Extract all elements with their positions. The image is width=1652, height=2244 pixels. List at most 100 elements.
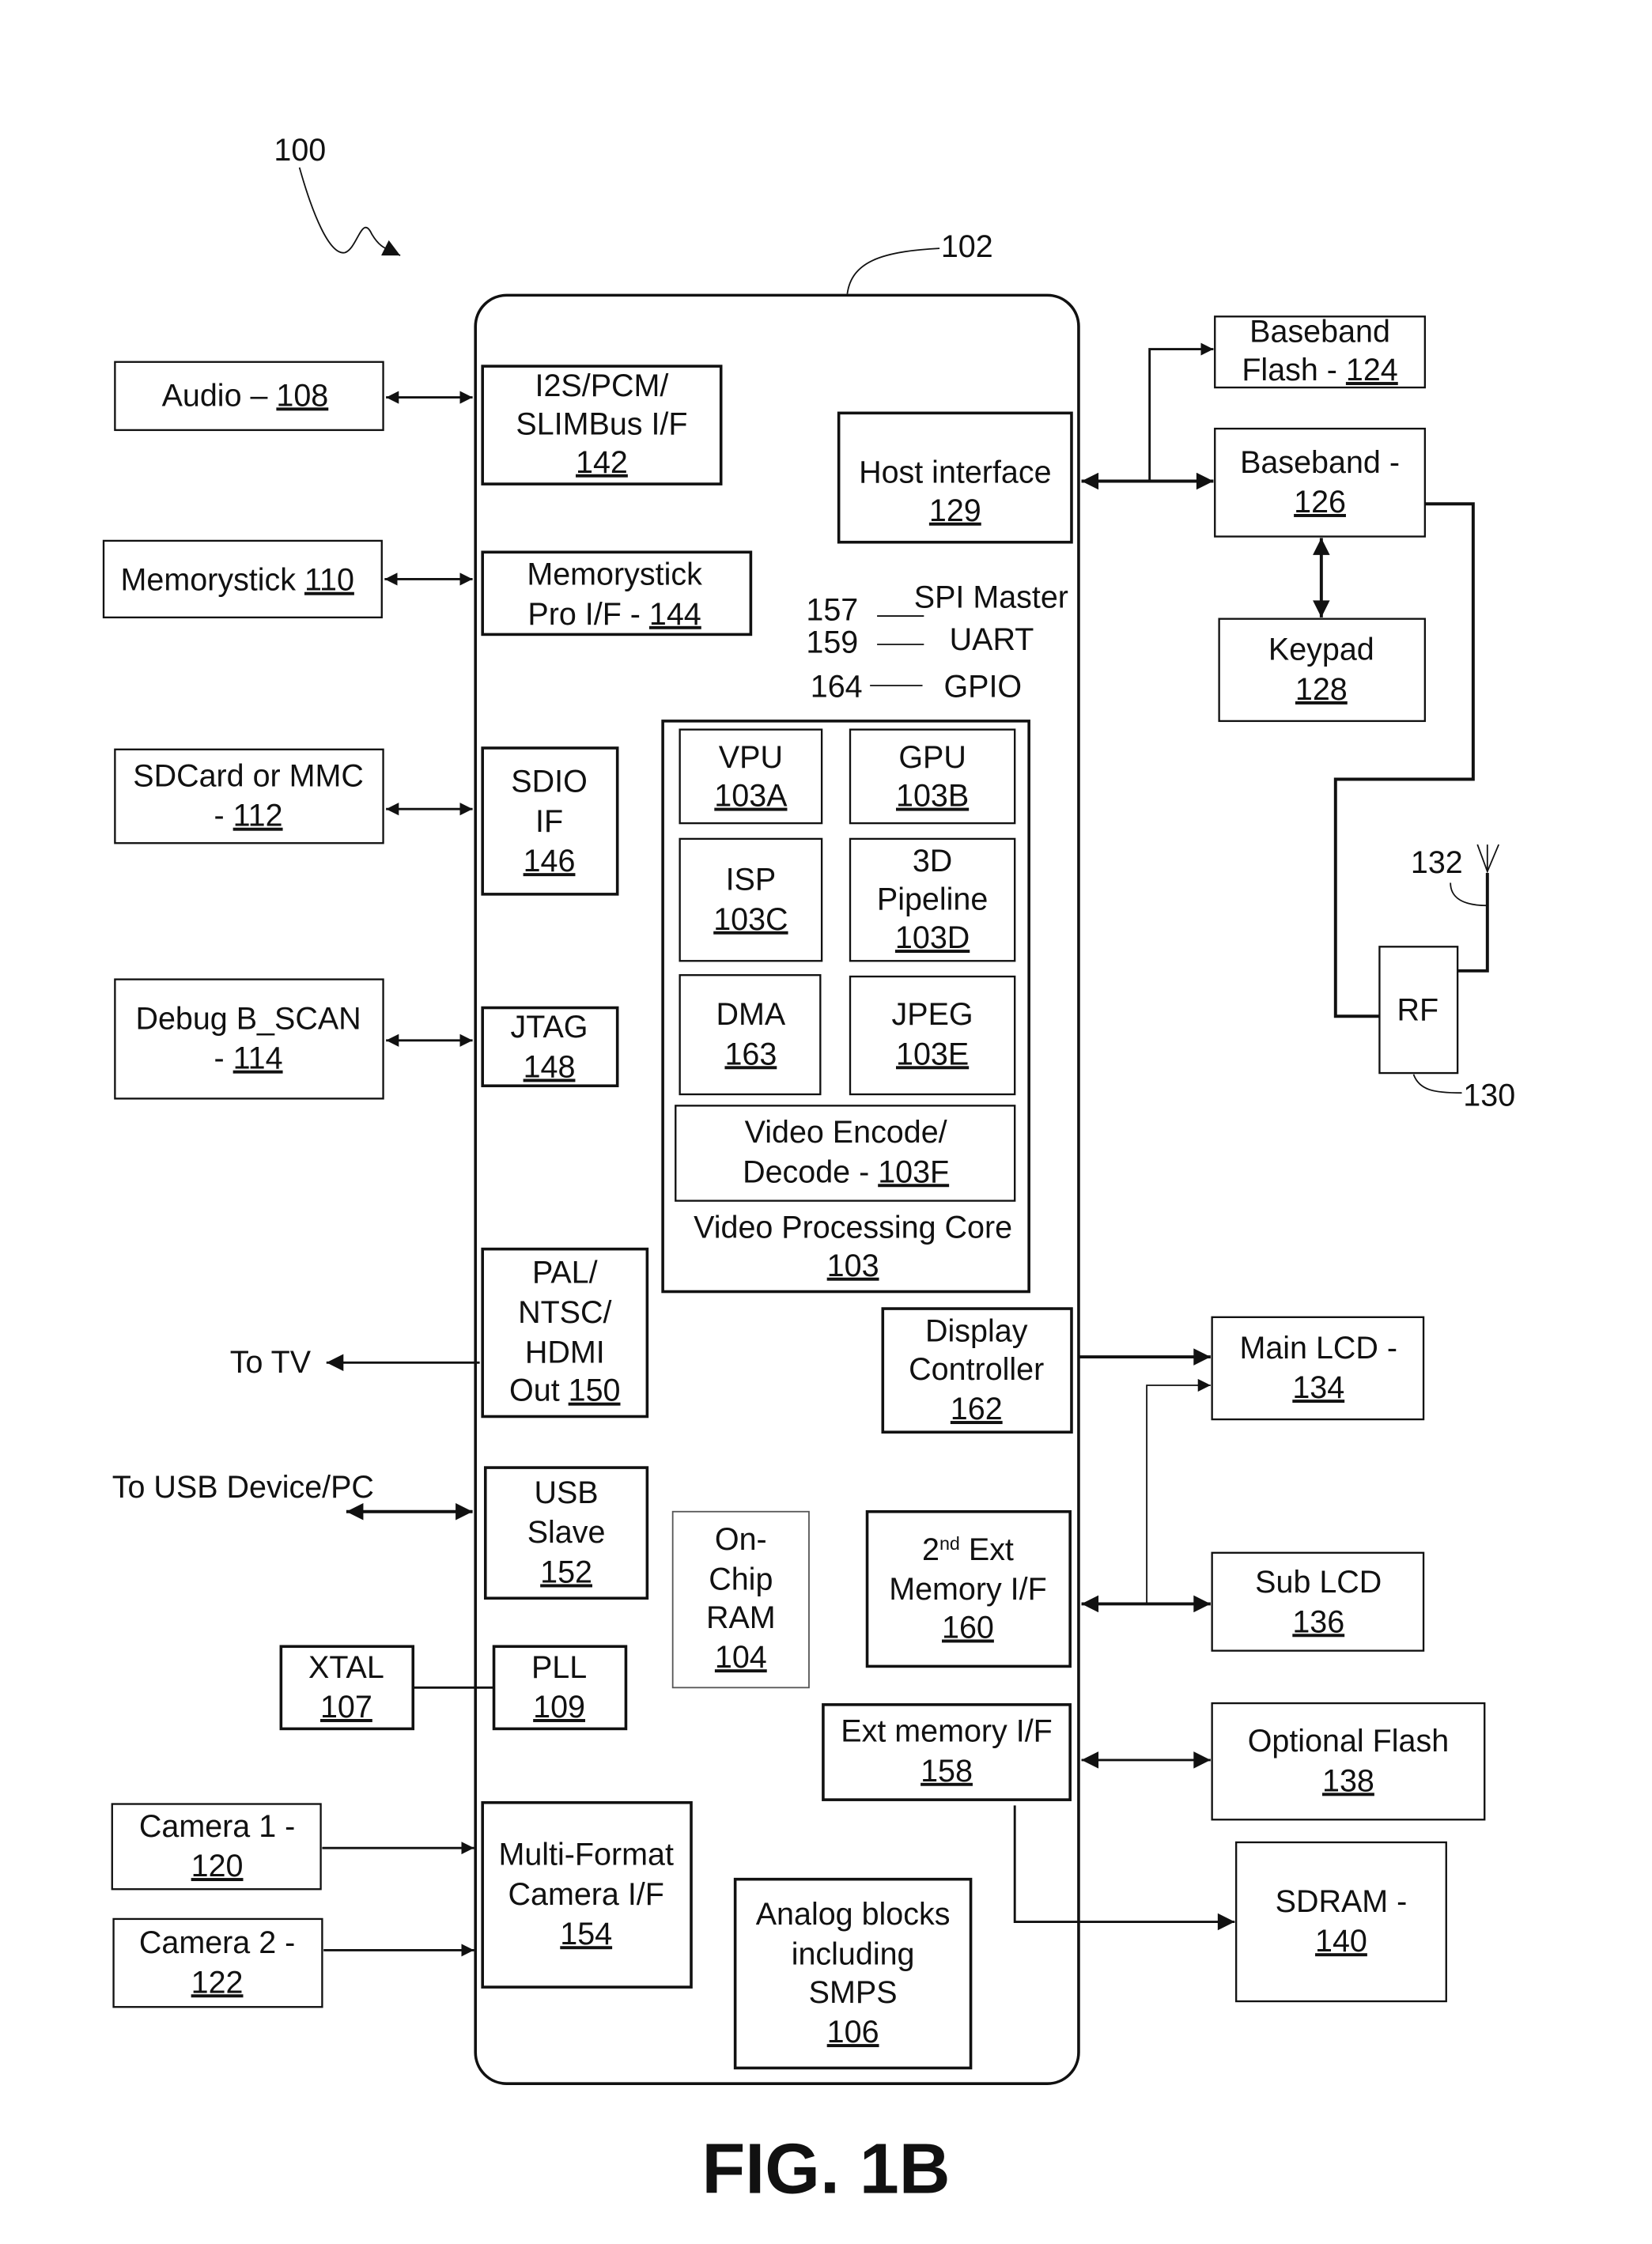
- antenna-feed: [1457, 872, 1489, 973]
- jtag-ref: 148: [524, 1049, 576, 1084]
- sdio-ref: 146: [524, 844, 576, 878]
- sdcard-dash: -: [214, 799, 233, 833]
- svg-text:Memorystick 110: Memorystick 110: [121, 563, 354, 598]
- display-label-2: Controller: [909, 1352, 1044, 1387]
- gpu-block[interactable]: GPU 103B: [849, 728, 1016, 825]
- audio-ref: 108: [276, 378, 328, 413]
- main-lcd-block[interactable]: Main LCD - 134: [1211, 1316, 1425, 1421]
- sublcd-label: Sub LCD: [1255, 1565, 1382, 1600]
- optional-flash-block[interactable]: Optional Flash 138: [1211, 1702, 1486, 1821]
- i2s-label-2: SLIMBus I/F: [516, 406, 687, 441]
- tvout-ref: 150: [569, 1373, 621, 1408]
- host-label: Host interface: [859, 455, 1051, 489]
- rf-block[interactable]: RF: [1378, 946, 1459, 1075]
- tvout-label-4: Out: [509, 1373, 569, 1408]
- camera1-label: Camera 1 -: [139, 1809, 295, 1844]
- keypad-block[interactable]: Keypad 128: [1218, 618, 1427, 723]
- debug-ref: 114: [233, 1041, 283, 1076]
- sdio-label-1: SDIO: [511, 765, 587, 799]
- antenna-ref: 132: [1411, 845, 1463, 880]
- host-bbflash-link: [1148, 342, 1214, 482]
- sdcard-ref: 112: [233, 799, 283, 833]
- vpc-label: Video Processing Core: [694, 1210, 1012, 1245]
- gpu-label: GPU: [898, 740, 966, 775]
- jpeg-ref: 103E: [896, 1037, 969, 1071]
- analog-block[interactable]: Analog blocks including SMPS 106: [733, 1877, 973, 2070]
- extmem-sdram-link: [1013, 1805, 1235, 1931]
- host-interface-block[interactable]: Host interface 129: [837, 411, 1073, 544]
- gpio-ref: 164: [811, 669, 863, 704]
- baseband-flash-block[interactable]: Baseband Flash - 124: [1214, 315, 1427, 389]
- uart-ref: 159: [806, 625, 858, 660]
- display-label-1: Display: [925, 1313, 1028, 1348]
- vpc-ref: 103: [827, 1249, 879, 1283]
- camera1-block[interactable]: Camera 1 - 120: [111, 1803, 322, 1891]
- vpu-label: VPU: [719, 740, 783, 775]
- ext-memory-block[interactable]: Ext memory I/F 158: [822, 1703, 1072, 1801]
- antenna-ref-leader: [1450, 882, 1488, 907]
- ram-label-3: RAM: [706, 1600, 776, 1635]
- isp-block[interactable]: ISP 103C: [679, 837, 823, 962]
- video-encode-block[interactable]: Video Encode/ Decode - 103F: [675, 1105, 1016, 1202]
- ram-label-1: On-: [715, 1522, 767, 1557]
- extmem2-ref: 160: [942, 1611, 994, 1645]
- sdio-block[interactable]: SDIO IF 146: [481, 746, 619, 896]
- sub-lcd-block[interactable]: Sub LCD 136: [1211, 1551, 1425, 1652]
- chip-ref-label: 102: [941, 229, 993, 264]
- tvout-block[interactable]: PAL/ NTSC/ HDMI Out 150: [481, 1247, 649, 1419]
- mspro-block[interactable]: Memorystick Pro I/F - 144: [481, 550, 753, 637]
- usb-label-2: Slave: [527, 1515, 606, 1550]
- camera-if-block[interactable]: Multi-Format Camera I/F 154: [481, 1800, 693, 1989]
- 3d-pipeline-block[interactable]: 3D Pipeline 103D: [849, 837, 1016, 962]
- svg-text:- 112: - 112: [214, 799, 283, 833]
- rf-ref: 130: [1463, 1078, 1515, 1113]
- analog-label-3: SMPS: [809, 1975, 898, 2010]
- extmem2-mainlcd-link: [1146, 1378, 1211, 1604]
- bbflash-label-1: Baseband: [1249, 315, 1390, 349]
- memorystick-block[interactable]: Memorystick 110: [102, 539, 383, 619]
- svg-text:2nd Ext: 2nd Ext: [922, 1532, 1014, 1567]
- display-controller-block[interactable]: Display Controller 162: [881, 1307, 1073, 1434]
- isp-label: ISP: [726, 863, 777, 897]
- analog-label-1: Analog blocks: [756, 1897, 951, 1932]
- vpu-ref: 103A: [714, 779, 788, 814]
- dma-block[interactable]: DMA 163: [679, 974, 822, 1096]
- extmem-label: Ext memory I/F: [841, 1714, 1053, 1749]
- camif-ref: 154: [560, 1917, 612, 1951]
- sdram-block[interactable]: SDRAM - 140: [1234, 1841, 1447, 2003]
- sdcard-block[interactable]: SDCard or MMC - 112: [114, 748, 384, 844]
- chip-ref-leader: [846, 247, 940, 294]
- jtag-block[interactable]: JTAG 148: [481, 1006, 619, 1088]
- audio-block[interactable]: Audio – 108: [114, 361, 384, 432]
- mspro-ref: 144: [649, 597, 701, 632]
- svg-text:Audio – 108: Audio – 108: [162, 378, 329, 413]
- isp-ref: 103C: [713, 902, 788, 937]
- venc-label-2: Decode -: [743, 1154, 878, 1189]
- baseband-ref: 126: [1294, 485, 1346, 519]
- xtal-block[interactable]: XTAL 107: [279, 1645, 415, 1731]
- i2s-block[interactable]: I2S/PCM/ SLIMBus I/F 142: [481, 365, 723, 485]
- extmem2-sup: nd: [939, 1533, 960, 1554]
- svg-text:Flash - 124: Flash - 124: [1242, 353, 1397, 387]
- usb-slave-block[interactable]: USB Slave 152: [483, 1466, 649, 1600]
- baseband-block[interactable]: Baseband - 126: [1214, 427, 1427, 538]
- vpu-block[interactable]: VPU 103A: [679, 728, 823, 825]
- jpeg-block[interactable]: JPEG 103E: [849, 975, 1016, 1096]
- analog-label-2: including: [792, 1936, 915, 1971]
- mainlcd-ref: 134: [1292, 1370, 1344, 1405]
- camera2-block[interactable]: Camera 2 - 122: [112, 1917, 323, 2008]
- on-chip-ram-block[interactable]: On- Chip RAM 104: [671, 1510, 810, 1689]
- gpio-item: 164 GPIO: [811, 669, 1022, 704]
- spi-label: SPI Master: [914, 580, 1068, 614]
- venc-ref: 103F: [878, 1154, 949, 1189]
- mspro-label-2: Pro I/F -: [527, 597, 648, 632]
- pipe-label-2: Pipeline: [877, 882, 988, 917]
- sdram-ref: 140: [1315, 1924, 1367, 1959]
- figure-caption: FIG. 1B: [701, 2129, 950, 2208]
- host-ref: 129: [929, 493, 981, 528]
- ext-memory-2-block[interactable]: 2nd Ext Memory I/F 160: [865, 1509, 1072, 1668]
- debug-block[interactable]: Debug B_SCAN - 114: [114, 978, 384, 1100]
- camera2-ref: 122: [191, 1965, 244, 2000]
- pll-block[interactable]: PLL 109: [492, 1645, 628, 1731]
- mspro-label-1: Memorystick: [527, 557, 702, 592]
